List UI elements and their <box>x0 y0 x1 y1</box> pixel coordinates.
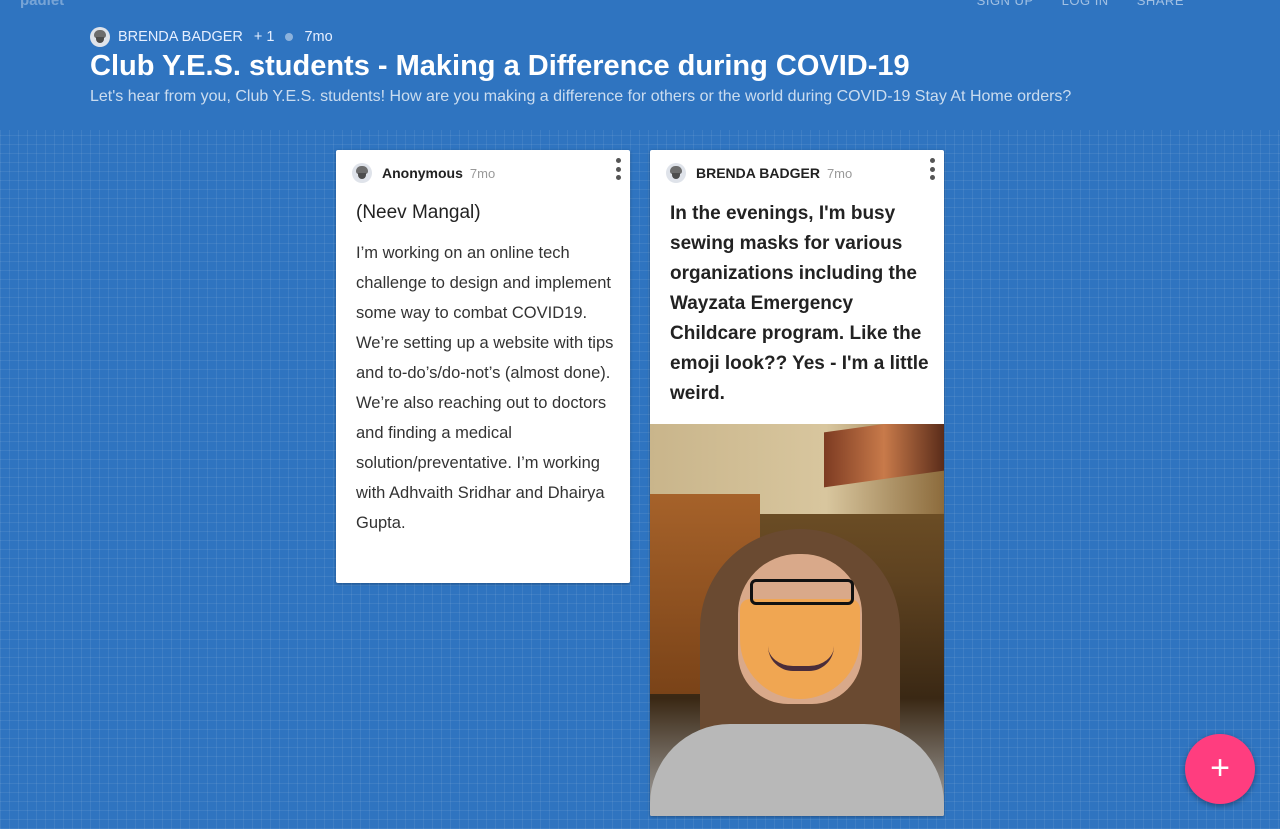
contributors-count: + 1 <box>253 29 275 45</box>
post-header: Anonymous 7mo <box>352 163 495 183</box>
post-header: BRENDA BADGER 7mo <box>666 163 852 183</box>
board-description: Let's hear from you, Club Y.E.S. student… <box>90 88 1072 105</box>
padlet-logo[interactable]: padlet <box>20 0 64 9</box>
board-age: 7mo <box>304 29 333 45</box>
board-meta: BRENDA BADGER + 1 7mo <box>90 27 333 47</box>
add-post-button[interactable]: + <box>1185 734 1255 804</box>
post-age: 7mo <box>469 165 496 181</box>
post-author: BRENDA BADGER <box>696 165 820 181</box>
sign-up-link[interactable]: SIGN UP <box>977 0 1034 8</box>
board-title: Club Y.E.S. students - Making a Differen… <box>90 50 910 82</box>
post-body: In the evenings, I'm busy sewing masks f… <box>670 203 929 404</box>
share-button[interactable]: SHARE <box>1137 0 1184 8</box>
board-header: padlet BRENDA BADGER + 1 7mo Club Y.E.S.… <box>0 0 1280 130</box>
avatar <box>352 163 372 183</box>
separator-dot <box>285 33 294 41</box>
avatar <box>666 163 686 183</box>
post-author: Anonymous <box>382 165 463 181</box>
post-card[interactable]: BRENDA BADGER 7mo In the evenings, I'm b… <box>650 150 944 816</box>
board-author[interactable]: BRENDA BADGER <box>118 29 243 45</box>
post-card[interactable]: Anonymous 7mo (Neev Mangal) I’m working … <box>336 150 630 583</box>
post-age: 7mo <box>826 165 853 181</box>
post-photo[interactable] <box>650 424 944 816</box>
post-body: I’m working on an online tech challenge … <box>356 244 614 532</box>
post-subject: (Neev Mangal) <box>356 202 481 223</box>
more-options-icon[interactable] <box>929 158 935 180</box>
more-options-icon[interactable] <box>615 158 621 180</box>
top-nav: SIGN UP LOG IN SHARE <box>977 0 1184 8</box>
avatar <box>90 27 110 47</box>
log-in-link[interactable]: LOG IN <box>1062 0 1109 8</box>
